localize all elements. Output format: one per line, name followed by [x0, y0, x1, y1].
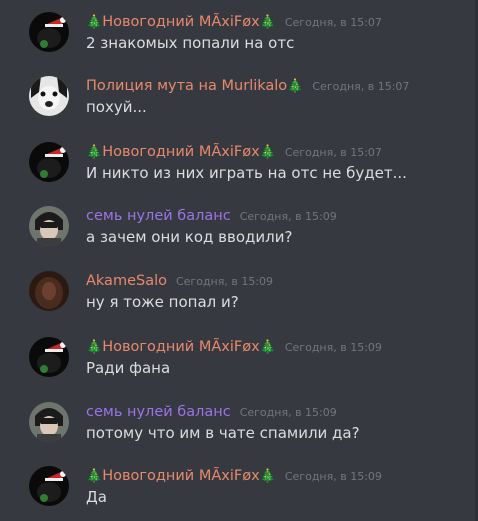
- message-text: потому что им в чате спамили да?: [86, 424, 360, 442]
- chat-messages: 🎄Новогодний MÃxiFøx🎄 Сегодня, в 15:07 2 з…: [0, 0, 478, 521]
- username[interactable]: AkameSalo: [86, 273, 167, 289]
- message: 🎄Новогодний MÃxiFøx🎄 Сегодня, в 15:07 И н…: [0, 142, 478, 192]
- message-header: 🎄Новогодний MÃxiFøx🎄 Сегодня, в 15:09: [86, 465, 382, 485]
- dog-face-avatar[interactable]: [29, 76, 69, 116]
- timestamp: Сегодня, в 15:07: [312, 80, 410, 93]
- message-text: похуй...: [86, 98, 147, 116]
- message: 🎄Новогодний MÃxiFøx🎄 Сегодня, в 15:09 Да: [0, 466, 478, 516]
- message-text: ну я тоже попал и?: [86, 293, 239, 311]
- message: семь нулей баланс Сегодня, в 15:09 а заче…: [0, 206, 478, 256]
- santa-hat-black-avatar[interactable]: [29, 12, 69, 52]
- message: 🎄Новогодний MÃxiFøx🎄 Сегодня, в 15:09 Рад…: [0, 337, 478, 387]
- tree-emoji: 🎄: [259, 469, 276, 484]
- tree-emoji: 🎄: [259, 340, 276, 355]
- message: семь нулей баланс Сегодня, в 15:09 потому…: [0, 402, 478, 452]
- timestamp: Сегодня, в 15:09: [175, 275, 274, 288]
- message-text: Ради фана: [86, 359, 171, 377]
- timestamp: Сегодня, в 15:07: [284, 16, 382, 29]
- username[interactable]: Полиция мута на Murlikalo: [86, 78, 287, 94]
- tree-emoji: 🎄: [259, 15, 276, 30]
- message-header: AkameSalo Сегодня, в 15:09: [86, 270, 273, 290]
- message-header: семь нулей баланс Сегодня, в 15:09: [86, 205, 337, 225]
- message-header: Полиция мута на Murlikalo🎄 Сегодня, в 15:…: [86, 75, 409, 95]
- santa-hat-black-avatar[interactable]: [29, 466, 69, 506]
- message: AkameSalo Сегодня, в 15:09 ну я тоже попа…: [0, 271, 478, 321]
- tree-emoji: 🎄: [287, 79, 304, 94]
- message-header: 🎄Новогодний MÃxiFøx🎄 Сегодня, в 15:09: [86, 336, 382, 356]
- timestamp: Сегодня, в 15:09: [239, 210, 337, 223]
- username[interactable]: семь нулей баланс: [86, 404, 231, 420]
- username[interactable]: Новогодний MÃxiFøx: [102, 468, 259, 484]
- dark-brown-avatar[interactable]: [29, 271, 69, 311]
- tree-emoji: 🎄: [86, 145, 103, 160]
- message-text: И никто из них играть на отс не будет...: [86, 164, 407, 182]
- anime-character-avatar[interactable]: [29, 206, 69, 246]
- timestamp: Сегодня, в 15:09: [284, 341, 382, 354]
- message-header: 🎄Новогодний MÃxiFøx🎄 Сегодня, в 15:07: [86, 141, 382, 161]
- tree-emoji: 🎄: [86, 15, 103, 30]
- message-text: Да: [86, 488, 107, 506]
- username[interactable]: Новогодний MÃxiFøx: [102, 339, 259, 355]
- tree-emoji: 🎄: [259, 145, 276, 160]
- tree-emoji: 🎄: [86, 340, 103, 355]
- message: Полиция мута на Murlikalo🎄 Сегодня, в 15:…: [0, 76, 478, 126]
- anime-character-avatar[interactable]: [29, 402, 69, 442]
- message-header: семь нулей баланс Сегодня, в 15:09: [86, 401, 337, 421]
- timestamp: Сегодня, в 15:09: [284, 470, 382, 483]
- username[interactable]: Новогодний MÃxiFøx: [102, 144, 259, 160]
- timestamp: Сегодня, в 15:09: [239, 406, 337, 419]
- tree-emoji: 🎄: [86, 469, 103, 484]
- message-text: 2 знакомых попали на отс: [86, 34, 295, 52]
- username[interactable]: семь нулей баланс: [86, 208, 231, 224]
- santa-hat-black-avatar[interactable]: [29, 337, 69, 377]
- username[interactable]: Новогодний MÃxiFøx: [102, 14, 259, 30]
- message-text: а зачем они код вводили?: [86, 228, 293, 246]
- timestamp: Сегодня, в 15:07: [284, 146, 382, 159]
- message-header: 🎄Новогодний MÃxiFøx🎄 Сегодня, в 15:07: [86, 11, 382, 31]
- message: 🎄Новогодний MÃxiFøx🎄 Сегодня, в 15:07 2 з…: [0, 12, 478, 62]
- santa-hat-black-avatar[interactable]: [29, 142, 69, 182]
